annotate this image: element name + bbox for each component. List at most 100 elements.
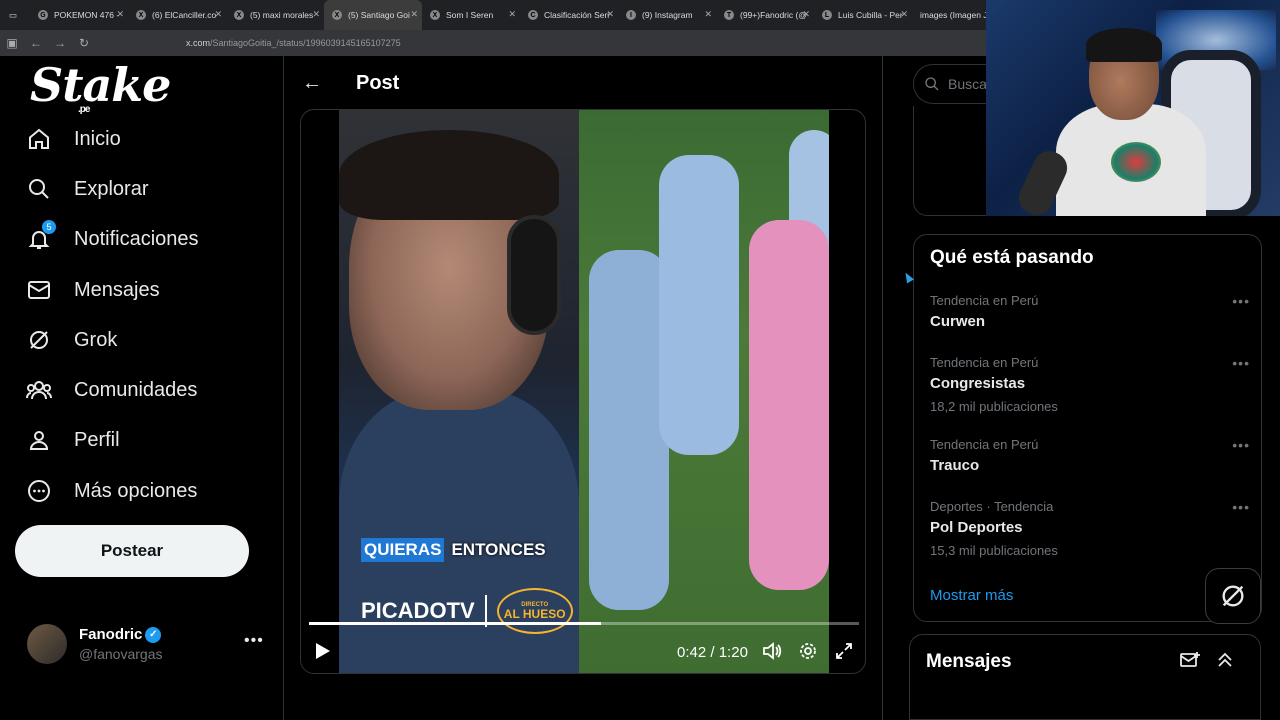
browser-tab[interactable]: X (6) ElCanciller.co ✕ bbox=[128, 0, 226, 30]
tab-title: (5) maxi morales bbox=[250, 10, 314, 20]
trend-title: Trauco bbox=[930, 457, 980, 474]
more-dots-icon[interactable]: ••• bbox=[1232, 293, 1250, 309]
nav-label: Grok bbox=[74, 328, 118, 351]
browser-tab[interactable]: C Clasificación Seri ✕ bbox=[520, 0, 618, 30]
post-column: ← Post QUIERAS ENTONCES PICADOTV DIRECTO… bbox=[283, 56, 883, 720]
browser-tab-active[interactable]: X (5) Santiago Goi ✕ bbox=[324, 0, 422, 30]
video-headphones bbox=[507, 215, 561, 335]
video-caption: QUIERAS ENTONCES bbox=[361, 538, 549, 562]
trend-category: Tendencia en Perú bbox=[930, 437, 1039, 452]
webcam-streamer-hair bbox=[1086, 28, 1162, 62]
settings-gear-icon[interactable] bbox=[799, 642, 817, 665]
webcam-shirt-print bbox=[1111, 142, 1161, 182]
video-pink-player bbox=[749, 220, 829, 590]
tab-favicon: X bbox=[332, 10, 342, 20]
home-icon bbox=[26, 126, 52, 152]
video-player[interactable]: QUIERAS ENTONCES PICADOTV DIRECTO AL HUES… bbox=[300, 109, 866, 674]
more-dots-icon[interactable]: ••• bbox=[1232, 355, 1250, 371]
tab-title: POKEMON 476 - bbox=[54, 10, 120, 20]
post-button[interactable]: Postear bbox=[15, 525, 249, 577]
nav-label: Mensajes bbox=[74, 278, 160, 301]
video-frame[interactable]: QUIERAS ENTONCES PICADOTV DIRECTO AL HUES… bbox=[339, 110, 829, 673]
url-field[interactable]: x.com/SantiagoGoitia_/status/19960391451… bbox=[186, 38, 401, 48]
search-icon bbox=[925, 77, 939, 91]
close-icon[interactable]: ✕ bbox=[214, 9, 222, 20]
mail-icon bbox=[26, 277, 52, 303]
trend-item[interactable]: Deportes · Tendencia Pol Deportes 15,3 m… bbox=[930, 499, 1250, 558]
tab-title: (9) Instagram bbox=[642, 10, 693, 20]
close-icon[interactable]: ✕ bbox=[802, 9, 810, 20]
browser-tab[interactable]: I (9) Instagram ✕ bbox=[618, 0, 716, 30]
expand-chevrons-icon[interactable] bbox=[1216, 651, 1234, 674]
nav-item-perfil[interactable]: Perfil bbox=[26, 427, 120, 453]
logo-text: Stake bbox=[30, 58, 171, 112]
close-icon[interactable]: ✕ bbox=[606, 9, 614, 20]
account-switcher[interactable]: Fanodric ✓ @fanovargas bbox=[27, 624, 162, 664]
tab-favicon: G bbox=[38, 10, 48, 20]
messages-drawer[interactable]: Mensajes bbox=[909, 634, 1261, 720]
new-message-icon[interactable] bbox=[1180, 651, 1200, 674]
browser-tab[interactable]: L Luis Cubilla - Per ✕ bbox=[814, 0, 912, 30]
nav-item-explorar[interactable]: Explorar bbox=[26, 176, 148, 202]
bell-icon: 5 bbox=[26, 220, 56, 252]
show-more-link[interactable]: Mostrar más bbox=[930, 587, 1013, 604]
messages-title: Mensajes bbox=[926, 651, 1012, 672]
close-icon[interactable]: ✕ bbox=[116, 9, 124, 20]
nav-item-comunidades[interactable]: Comunidades bbox=[26, 377, 197, 403]
account-name: Fanodric bbox=[79, 625, 143, 643]
tab-title: Luis Cubilla - Per bbox=[838, 10, 903, 20]
video-progress-fill bbox=[309, 622, 601, 625]
video-right-panel bbox=[579, 110, 829, 673]
trend-item[interactable]: Tendencia en Perú Curwen ••• bbox=[930, 293, 1250, 330]
video-player-figure bbox=[659, 155, 739, 455]
tab-favicon: X bbox=[234, 10, 244, 20]
play-icon[interactable] bbox=[315, 642, 331, 665]
video-progress-bar[interactable] bbox=[309, 622, 859, 625]
nav-item-inicio[interactable]: Inicio bbox=[26, 126, 121, 152]
grok-icon bbox=[26, 327, 52, 353]
left-sidebar: Stake .pe Inicio Explorar 5 Notificacione… bbox=[0, 56, 283, 720]
trend-category: Deportes · Tendencia bbox=[930, 499, 1054, 514]
more-dots-icon[interactable]: ••• bbox=[1232, 499, 1250, 515]
close-icon[interactable]: ✕ bbox=[312, 9, 320, 20]
close-icon[interactable]: ✕ bbox=[508, 9, 516, 20]
forward-arrow-icon[interactable]: → bbox=[48, 36, 72, 50]
verified-badge-icon: ✓ bbox=[145, 627, 162, 644]
grok-icon bbox=[1222, 585, 1244, 607]
close-icon[interactable]: ✕ bbox=[704, 9, 712, 20]
volume-icon[interactable] bbox=[762, 642, 782, 665]
close-icon[interactable]: ✕ bbox=[900, 9, 908, 20]
nav-item-mensajes[interactable]: Mensajes bbox=[26, 277, 160, 303]
tab-overview-icon[interactable]: ▭ bbox=[0, 0, 30, 30]
nav-item-notificaciones[interactable]: 5 Notificaciones bbox=[26, 220, 199, 252]
browser-tab[interactable]: X (5) maxi morales ✕ bbox=[226, 0, 324, 30]
browser-tab[interactable]: X Som I Seren ✕ bbox=[422, 0, 520, 30]
sidebar-toggle-icon[interactable]: ▣ bbox=[0, 36, 24, 50]
browser-tab[interactable]: G POKEMON 476 - ✕ bbox=[30, 0, 128, 30]
trend-item[interactable]: Tendencia en Perú Congresistas 18,2 mil … bbox=[930, 355, 1250, 414]
nav-label: Notificaciones bbox=[74, 227, 199, 250]
person-icon bbox=[26, 427, 52, 453]
reload-icon[interactable]: ↻ bbox=[72, 36, 96, 50]
fullscreen-icon[interactable] bbox=[835, 642, 853, 665]
duration: 1:20 bbox=[718, 644, 748, 661]
more-dots-icon[interactable]: ••• bbox=[1232, 437, 1250, 453]
trends-title: Qué está pasando bbox=[930, 247, 1094, 268]
more-dots-icon[interactable]: ••• bbox=[244, 632, 264, 650]
more-circle-icon bbox=[26, 478, 52, 504]
close-icon[interactable]: ✕ bbox=[410, 9, 418, 20]
communities-icon bbox=[26, 377, 52, 403]
nav-item-mas-opciones[interactable]: Más opciones bbox=[26, 478, 197, 504]
back-arrow-icon[interactable]: ← bbox=[24, 36, 48, 50]
stake-logo[interactable]: Stake .pe bbox=[30, 58, 171, 115]
trends-panel: Qué está pasando Tendencia en Perú Curwe… bbox=[913, 234, 1262, 622]
back-arrow-icon[interactable]: ← bbox=[302, 72, 322, 95]
brand-name: PICADOTV bbox=[361, 598, 475, 623]
tab-favicon: X bbox=[136, 10, 146, 20]
nav-item-grok[interactable]: Grok bbox=[26, 327, 117, 353]
browser-tab[interactable]: T (99+)Fanodric (@ ✕ bbox=[716, 0, 814, 30]
trend-item[interactable]: Tendencia en Perú Trauco ••• bbox=[930, 437, 1250, 474]
tab-favicon: X bbox=[430, 10, 440, 20]
grok-floating-button[interactable] bbox=[1205, 568, 1261, 624]
tab-favicon: L bbox=[822, 10, 832, 20]
